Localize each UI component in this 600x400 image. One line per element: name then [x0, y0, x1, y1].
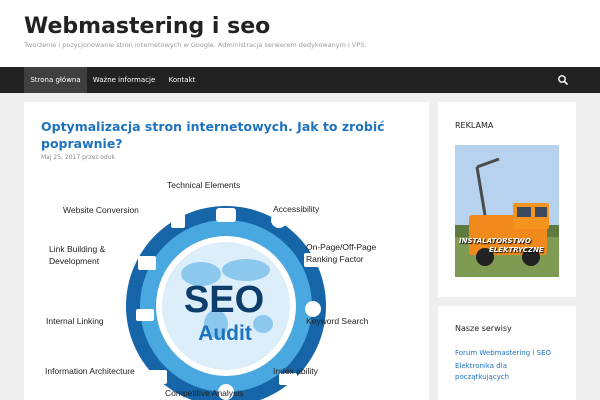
label-competitive-analysis: Competitive Analysis — [165, 388, 243, 398]
link-electronics-line-2[interactable]: początkujących — [455, 372, 509, 383]
seo-center-subtitle: Audit — [198, 322, 252, 345]
label-on-off-page: On-Page/Off-Page — [306, 242, 377, 252]
truck-crane-image — [455, 145, 559, 277]
label-index-ability: Index ability — [273, 366, 319, 376]
label-website-conversion: Website Conversion — [63, 205, 139, 215]
seo-center-title: SEO — [184, 279, 264, 321]
label-internal-linking: Internal Linking — [46, 316, 104, 326]
label-information-architecture: Information Architecture — [45, 366, 135, 376]
services-widget-title: Nasze serwisy — [455, 324, 512, 333]
label-development: Development — [49, 256, 100, 266]
ad-widget-title: REKLAMA — [455, 121, 494, 130]
ad-caption-line-2: ELEKTRYCZNE — [489, 246, 544, 254]
ad-image[interactable]: INSTALATORSTWO ELEKTRYCZNE — [455, 145, 559, 277]
site-header: Webmastering i seo Tworzenie i pozycjono… — [0, 0, 600, 67]
site-description: Tworzenie i pozycjonowanie stron interne… — [24, 41, 367, 49]
nav-item-home[interactable]: Strona główna — [24, 67, 87, 93]
post-by-label: przez — [82, 154, 99, 161]
link-forum-webmastering[interactable]: Forum Webmastering i SEO — [455, 348, 551, 359]
site-title[interactable]: Webmastering i seo — [24, 14, 270, 39]
link-electronics-line-1[interactable]: Elektronika dla — [455, 361, 507, 372]
ad-caption-line-1: INSTALATORSTWO — [459, 237, 531, 245]
label-ranking-factor: Ranking Factor — [306, 254, 364, 264]
post-meta: Maj 25, 2017 przez oduk — [41, 154, 115, 161]
services-widget: Nasze serwisy Forum Webmastering i SEO E… — [438, 306, 576, 400]
label-accessibility: Accessibility — [273, 204, 320, 214]
post-author[interactable]: oduk — [100, 154, 115, 161]
post-date[interactable]: Maj 25, 2017 — [41, 154, 80, 161]
nav-item-important-info[interactable]: Ważne informacje — [87, 67, 161, 93]
ad-caption: INSTALATORSTWO ELEKTRYCZNE — [459, 237, 559, 255]
seo-audit-image: SEO Audit Technical Elements Accessibili… — [45, 180, 377, 400]
search-icon[interactable] — [556, 73, 570, 87]
main-content: Optymalizacja stron internetowych. Jak t… — [24, 102, 429, 400]
label-link-building: Link Building & — [49, 244, 106, 254]
label-keyword-search: Keyword Search — [306, 316, 369, 326]
ad-widget: REKLAMA INSTALATORSTWO ELEKTRYCZNE — [438, 102, 576, 297]
nav-item-contact[interactable]: Kontakt — [161, 67, 203, 93]
label-technical-elements: Technical Elements — [167, 180, 240, 190]
main-navigation: Strona główna Ważne informacje Kontakt — [0, 67, 600, 93]
post-title[interactable]: Optymalizacja stron internetowych. Jak t… — [41, 118, 411, 152]
